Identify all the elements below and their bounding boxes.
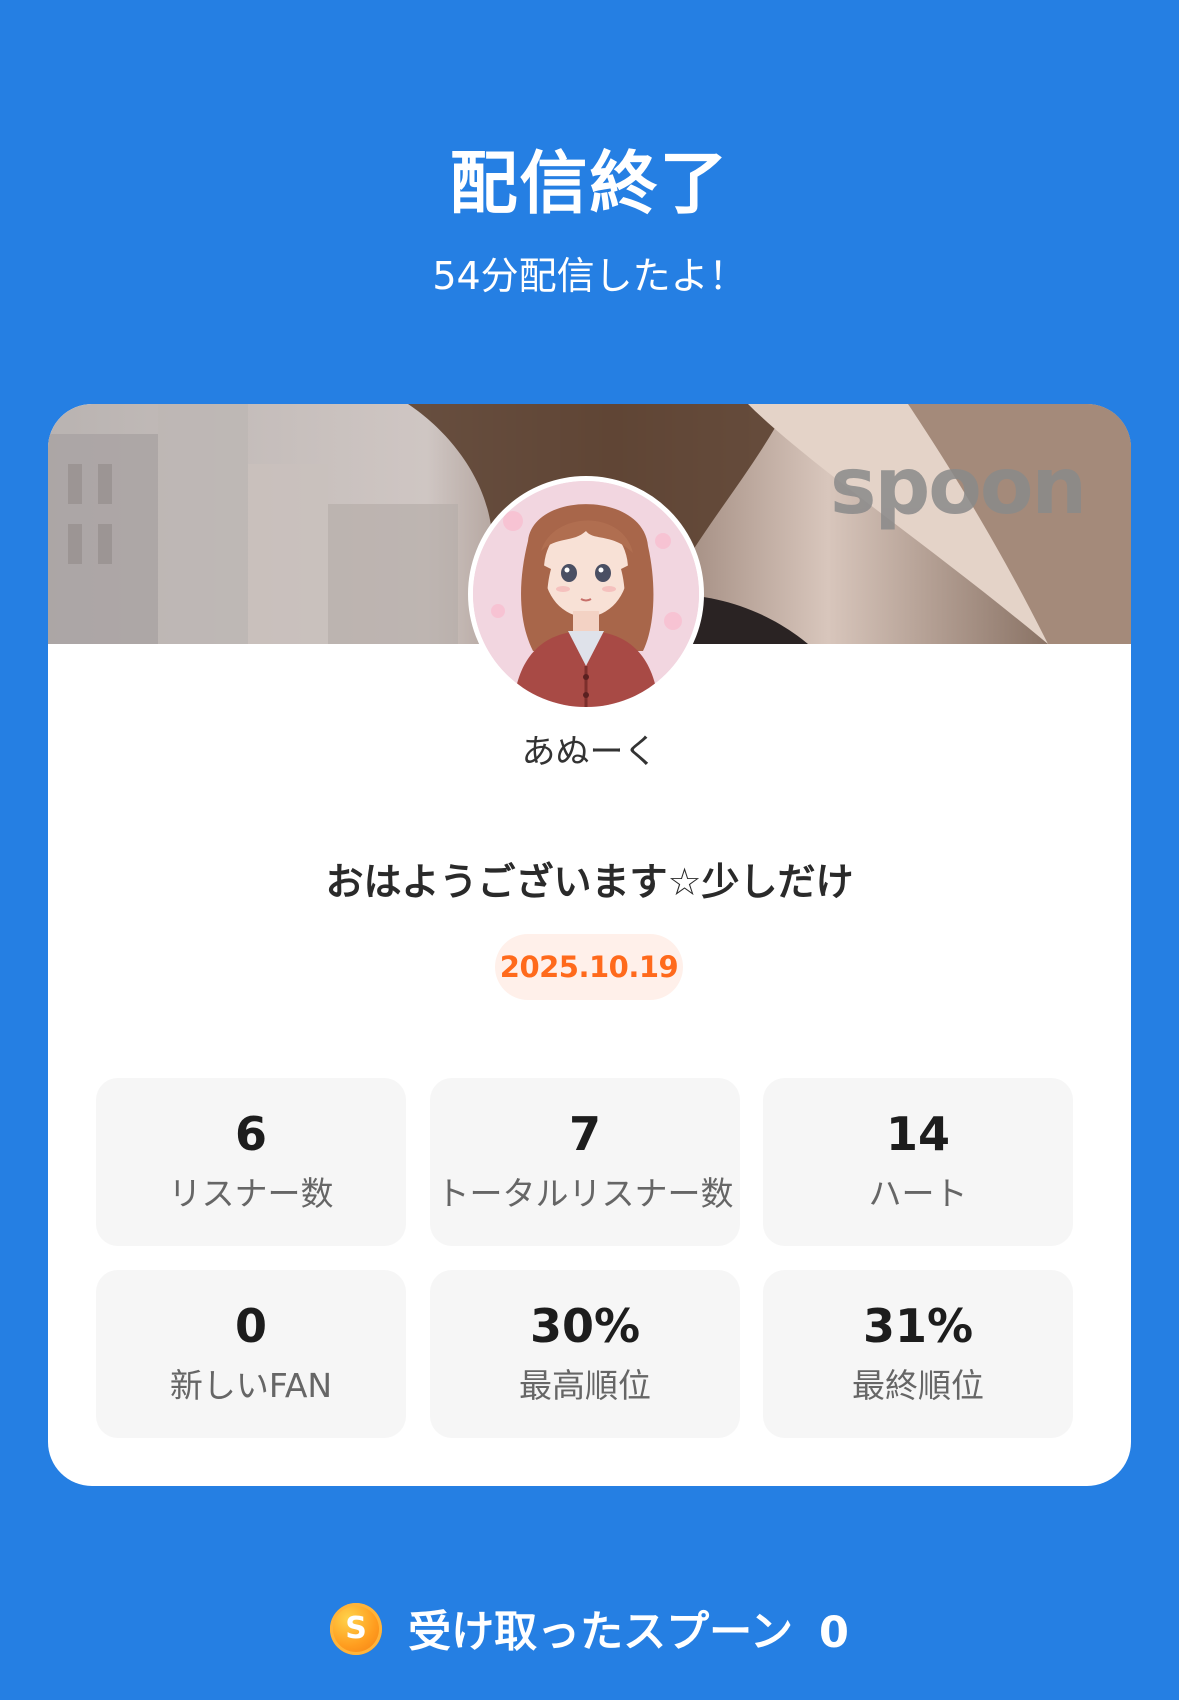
stat-value: 7 bbox=[568, 1107, 601, 1161]
stat-label: トータルリスナー数 bbox=[436, 1174, 734, 1213]
stat-value: 6 bbox=[234, 1107, 267, 1161]
spoon-coin-icon: S bbox=[330, 1602, 383, 1655]
stat-label: 新しいFAN bbox=[169, 1366, 333, 1405]
stat-value: 14 bbox=[885, 1107, 950, 1161]
broadcast-title: おはようございます☆少しだけ bbox=[325, 860, 854, 904]
stat-label: 最高順位 bbox=[519, 1366, 651, 1405]
spoon-watermark: spoon bbox=[830, 442, 1087, 532]
username: あぬーく bbox=[521, 732, 658, 772]
avatar[interactable] bbox=[468, 476, 704, 712]
broadcast-duration: 54分配信したよ！ bbox=[432, 254, 747, 298]
summary-card: spoon あぬーく おはようございます☆少しだけ 2025.10.19 6 リ… bbox=[48, 404, 1131, 1486]
stat-total-listeners: 7 トータルリスナー数 bbox=[430, 1078, 740, 1246]
page-title: 配信終了 bbox=[449, 145, 730, 224]
stat-label: 最終順位 bbox=[852, 1366, 984, 1405]
stat-hearts: 14 ハート bbox=[763, 1078, 1073, 1246]
stat-value: 30% bbox=[529, 1299, 641, 1353]
stat-listeners: 6 リスナー数 bbox=[96, 1078, 406, 1246]
stat-highest-rank: 30% 最高順位 bbox=[430, 1270, 740, 1438]
date-badge: 2025.10.19 bbox=[495, 934, 683, 1000]
received-spoons-count: 0 bbox=[818, 1607, 849, 1658]
stat-new-fans: 0 新しいFAN bbox=[96, 1270, 406, 1438]
received-spoons-label: 受け取ったスプーン bbox=[408, 1607, 793, 1658]
received-spoons: S 受け取ったスプーン 0 bbox=[0, 1600, 1179, 1660]
stat-value: 0 bbox=[234, 1299, 267, 1353]
stat-value: 31% bbox=[862, 1299, 974, 1353]
stat-label: リスナー数 bbox=[168, 1174, 334, 1213]
stat-label: ハート bbox=[868, 1174, 968, 1213]
stat-final-rank: 31% 最終順位 bbox=[763, 1270, 1073, 1438]
